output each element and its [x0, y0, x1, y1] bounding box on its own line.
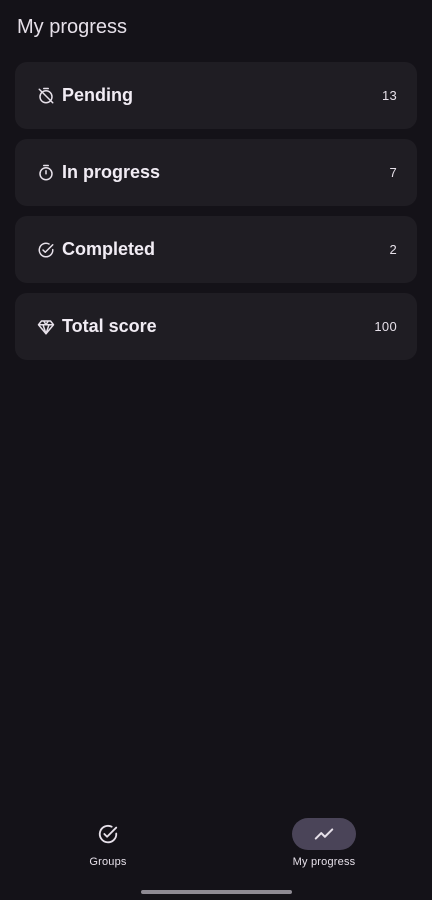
check-circle-icon	[98, 824, 118, 844]
stat-label: Total score	[62, 316, 157, 336]
stat-card-pending[interactable]: Pending 13	[15, 62, 417, 129]
trending-up-icon	[314, 828, 334, 840]
diamond-icon	[36, 317, 56, 337]
stat-value: 2	[389, 242, 397, 257]
stat-value: 13	[381, 88, 397, 103]
stat-label: Completed	[62, 239, 156, 259]
stat-card-completed[interactable]: Completed 2	[15, 216, 417, 283]
stat-label: Pending	[62, 85, 133, 105]
check-circle-icon	[36, 240, 56, 260]
stats-list: Pending 13 In progress 7 Completed 2 Tot…	[15, 62, 417, 370]
stat-value: 100	[374, 319, 397, 334]
stat-value: 7	[389, 165, 397, 180]
screen: My progress Pending 13 In progress 7 Com…	[0, 0, 432, 900]
nav-item-my-progress[interactable]: My progress	[264, 818, 384, 868]
stat-card-total-score[interactable]: Total score 100	[15, 293, 417, 360]
home-indicator[interactable]	[141, 890, 292, 894]
bottom-navigation: Groups My progress	[0, 800, 432, 900]
nav-pill-active	[292, 818, 356, 850]
timer-off-icon	[36, 86, 56, 106]
stat-card-in-progress[interactable]: In progress 7	[15, 139, 417, 206]
page-title: My progress	[17, 16, 128, 38]
nav-item-groups[interactable]: Groups	[48, 818, 168, 868]
nav-pill	[76, 818, 140, 850]
nav-label: My progress	[292, 856, 356, 868]
timer-icon	[36, 163, 56, 183]
nav-label: Groups	[89, 856, 127, 868]
stat-label: In progress	[62, 162, 161, 182]
